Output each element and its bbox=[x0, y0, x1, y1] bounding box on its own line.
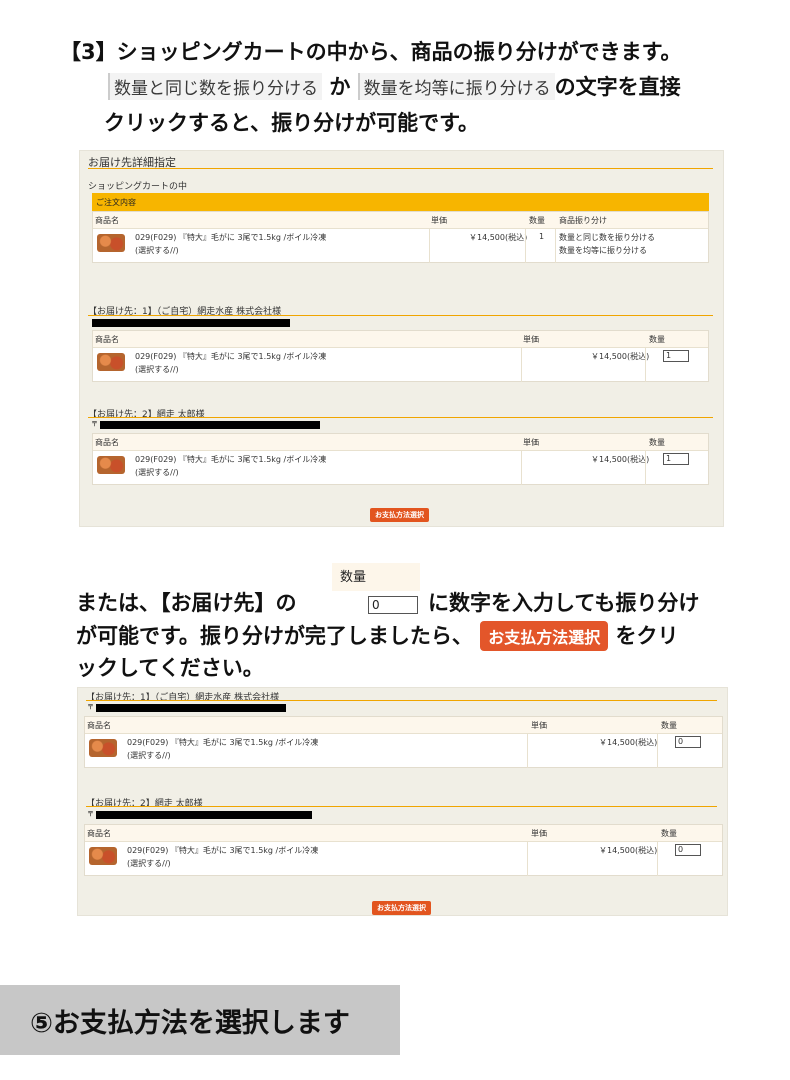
pay-method-button[interactable]: お支払方法選択 bbox=[370, 508, 429, 522]
col-item: 商品名 bbox=[95, 335, 119, 344]
col-qty: 数量 bbox=[661, 721, 677, 730]
split-same-chip: 数量と同じ数を振り分ける bbox=[108, 73, 322, 100]
col-price: 単価 bbox=[531, 829, 547, 838]
col-item: 商品名 bbox=[95, 438, 119, 447]
table-row: 029(F029) 『特大』毛がに 3尾で1.5kg /ボイル冷凍 (選択する/… bbox=[93, 348, 708, 382]
col-qty: 数量 bbox=[649, 438, 665, 447]
dest1-table: 商品名 単価 数量 029(F029) 『特大』毛がに 3尾で1.5kg /ボイ… bbox=[84, 716, 723, 768]
middle-text-c: が可能です。振り分けが完了しましたら、 bbox=[76, 624, 473, 648]
product-name[interactable]: 029(F029) 『特大』毛がに 3尾で1.5kg /ボイル冷凍 bbox=[135, 351, 326, 362]
qty-label-sample: 数量 bbox=[332, 563, 420, 591]
dest2-table: 商品名 単価 数量 029(F029) 『特大』毛がに 3尾で1.5kg /ボイ… bbox=[84, 824, 723, 876]
price: ￥14,500(税込) bbox=[599, 846, 658, 855]
crab-thumbnail bbox=[89, 739, 117, 757]
cart-title: ショッピングカートの中 bbox=[88, 182, 188, 192]
postal-mark: 〒 bbox=[91, 420, 98, 428]
qty-input[interactable]: 1 bbox=[663, 350, 689, 362]
price: ￥14,500(税込) bbox=[599, 738, 658, 747]
split-even-link[interactable]: 数量を均等に振り分ける bbox=[559, 245, 647, 256]
step-heading: 【3】ショッピングカートの中から、商品の振り分けができます。 bbox=[60, 40, 682, 64]
dest1-title: 【お届け先：1】（ご自宅）網走水産 株式会社様 bbox=[86, 693, 280, 703]
redacted-address bbox=[100, 421, 320, 429]
step-footer-label: ⑤お支払方法を選択します bbox=[0, 985, 400, 1055]
intro-tail: の文字を直接 bbox=[554, 75, 681, 99]
price: ￥14,500(税込) bbox=[591, 455, 650, 464]
redacted-address bbox=[96, 704, 286, 712]
pay-method-button[interactable]: お支払方法選択 bbox=[372, 901, 431, 915]
middle-text-e: ックしてください。 bbox=[76, 656, 264, 680]
middle-text-b: に数字を入力しても振り分け bbox=[428, 591, 700, 615]
table-row: 029(F029) 『特大』毛がに 3尾で1.5kg /ボイル冷凍 (選択する/… bbox=[85, 842, 722, 876]
intro-ka: か bbox=[329, 75, 351, 99]
product-name[interactable]: 029(F029) 『特大』毛がに 3尾で1.5kg /ボイル冷凍 bbox=[135, 454, 326, 465]
dest2-table: 商品名 単価 数量 029(F029) 『特大』毛がに 3尾で1.5kg /ボイ… bbox=[92, 433, 709, 485]
col-split: 商品振り分け bbox=[559, 216, 607, 225]
split-even-chip: 数量を均等に振り分ける bbox=[357, 73, 555, 100]
crab-thumbnail bbox=[97, 234, 125, 252]
select-link[interactable]: (選択する//) bbox=[135, 245, 179, 256]
col-qty: 数量 bbox=[529, 216, 545, 225]
redacted-address bbox=[96, 811, 312, 819]
price: ￥14,500(税込) bbox=[591, 352, 650, 361]
col-price: 単価 bbox=[523, 438, 539, 447]
qty-input[interactable]: 1 bbox=[663, 453, 689, 465]
cart-table-header: 商品名 単価 数量 商品振り分け bbox=[93, 212, 708, 229]
intro-line-2: 数量と同じ数を振り分ける か 数量を均等に振り分ける の文字を直接 bbox=[108, 71, 681, 101]
qty-value: 1 bbox=[539, 232, 545, 241]
table-row: 029(F029) 『特大』毛がに 3尾で1.5kg /ボイル冷凍 (選択する/… bbox=[85, 734, 722, 768]
postal-mark: 〒 bbox=[87, 703, 94, 711]
price: ￥14,500(税込) bbox=[469, 233, 528, 242]
col-price: 単価 bbox=[431, 216, 447, 225]
middle-line-2: が可能です。振り分けが完了しましたら、 お支払方法選択 をクリ bbox=[76, 620, 679, 651]
table-row: 029(F029) 『特大』毛がに 3尾で1.5kg /ボイル冷凍 (選択する/… bbox=[93, 229, 708, 263]
middle-text-d: をクリ bbox=[615, 624, 679, 648]
select-link[interactable]: (選択する//) bbox=[135, 467, 179, 478]
dest2-title: 【お届け先：2】網走 太郎様 bbox=[88, 410, 205, 420]
screenshot-panel-1: お届け先詳細指定 ショッピングカートの中 ご注文内容 商品名 単価 数量 商品振… bbox=[79, 150, 724, 527]
dest1-table: 商品名 単価 数量 029(F029) 『特大』毛がに 3尾で1.5kg /ボイ… bbox=[92, 330, 709, 382]
product-name[interactable]: 029(F029) 『特大』毛がに 3尾で1.5kg /ボイル冷凍 bbox=[127, 845, 318, 856]
intro-line-3: クリックすると、振り分けが可能です。 bbox=[104, 111, 480, 135]
col-qty: 数量 bbox=[649, 335, 665, 344]
split-same-link[interactable]: 数量と同じ数を振り分ける bbox=[559, 232, 655, 243]
select-link[interactable]: (選択する//) bbox=[135, 364, 179, 375]
postal-mark: 〒 bbox=[87, 810, 94, 818]
cart-table: 商品名 単価 数量 商品振り分け 029(F029) 『特大』毛がに 3尾で1.… bbox=[92, 211, 709, 263]
select-link[interactable]: (選択する//) bbox=[127, 750, 171, 761]
qty-input[interactable]: 0 bbox=[675, 736, 701, 748]
product-name[interactable]: 029(F029) 『特大』毛がに 3尾で1.5kg /ボイル冷凍 bbox=[127, 737, 318, 748]
crab-thumbnail bbox=[97, 353, 125, 371]
screenshot-panel-2: 【お届け先：1】（ご自宅）網走水産 株式会社様 〒 商品名 単価 数量 029(… bbox=[77, 687, 728, 916]
divider bbox=[88, 168, 713, 169]
col-item: 商品名 bbox=[95, 216, 119, 225]
col-qty: 数量 bbox=[661, 829, 677, 838]
crab-thumbnail bbox=[89, 847, 117, 865]
qty-input[interactable]: 0 bbox=[675, 844, 701, 856]
table-row: 029(F029) 『特大』毛がに 3尾で1.5kg /ボイル冷凍 (選択する/… bbox=[93, 451, 708, 485]
product-name[interactable]: 029(F029) 『特大』毛がに 3尾で1.5kg /ボイル冷凍 bbox=[135, 232, 326, 243]
redacted-address bbox=[92, 319, 290, 327]
dest2-title: 【お届け先：2】網走 太郎様 bbox=[86, 799, 203, 809]
crab-thumbnail bbox=[97, 456, 125, 474]
col-item: 商品名 bbox=[87, 829, 111, 838]
qty-input-sample: 0 bbox=[368, 596, 418, 614]
select-link[interactable]: (選択する//) bbox=[127, 858, 171, 869]
col-price: 単価 bbox=[531, 721, 547, 730]
order-bar: ご注文内容 bbox=[92, 193, 709, 211]
pay-method-button-sample: お支払方法選択 bbox=[480, 621, 609, 651]
col-item: 商品名 bbox=[87, 721, 111, 730]
middle-text-a: または、【お届け先】の bbox=[76, 591, 297, 615]
col-price: 単価 bbox=[523, 335, 539, 344]
